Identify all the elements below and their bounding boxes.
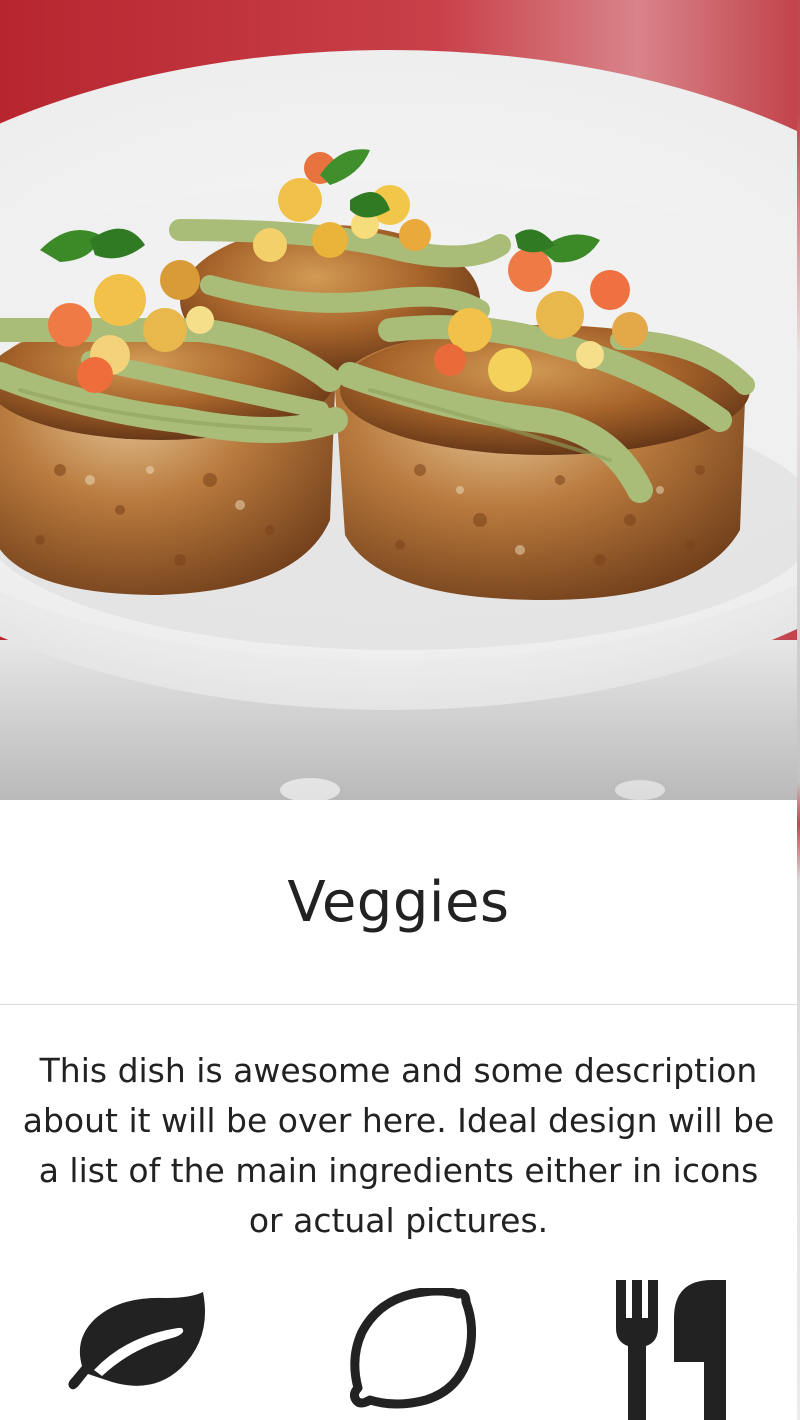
dish-detail-screen: Veggies This dish is awesome and some de… — [0, 0, 800, 1420]
dish-description: This dish is awesome and some descriptio… — [22, 1051, 775, 1240]
leaf-icon[interactable] — [66, 1288, 212, 1400]
divider — [0, 1004, 797, 1005]
fork-knife-icon[interactable] — [612, 1278, 730, 1420]
lemon-icon[interactable] — [350, 1288, 476, 1410]
title-section: Veggies — [0, 800, 797, 1004]
dish-title: Veggies — [287, 869, 510, 935]
ingredient-icons — [0, 1276, 797, 1420]
dish-photo — [0, 0, 797, 800]
